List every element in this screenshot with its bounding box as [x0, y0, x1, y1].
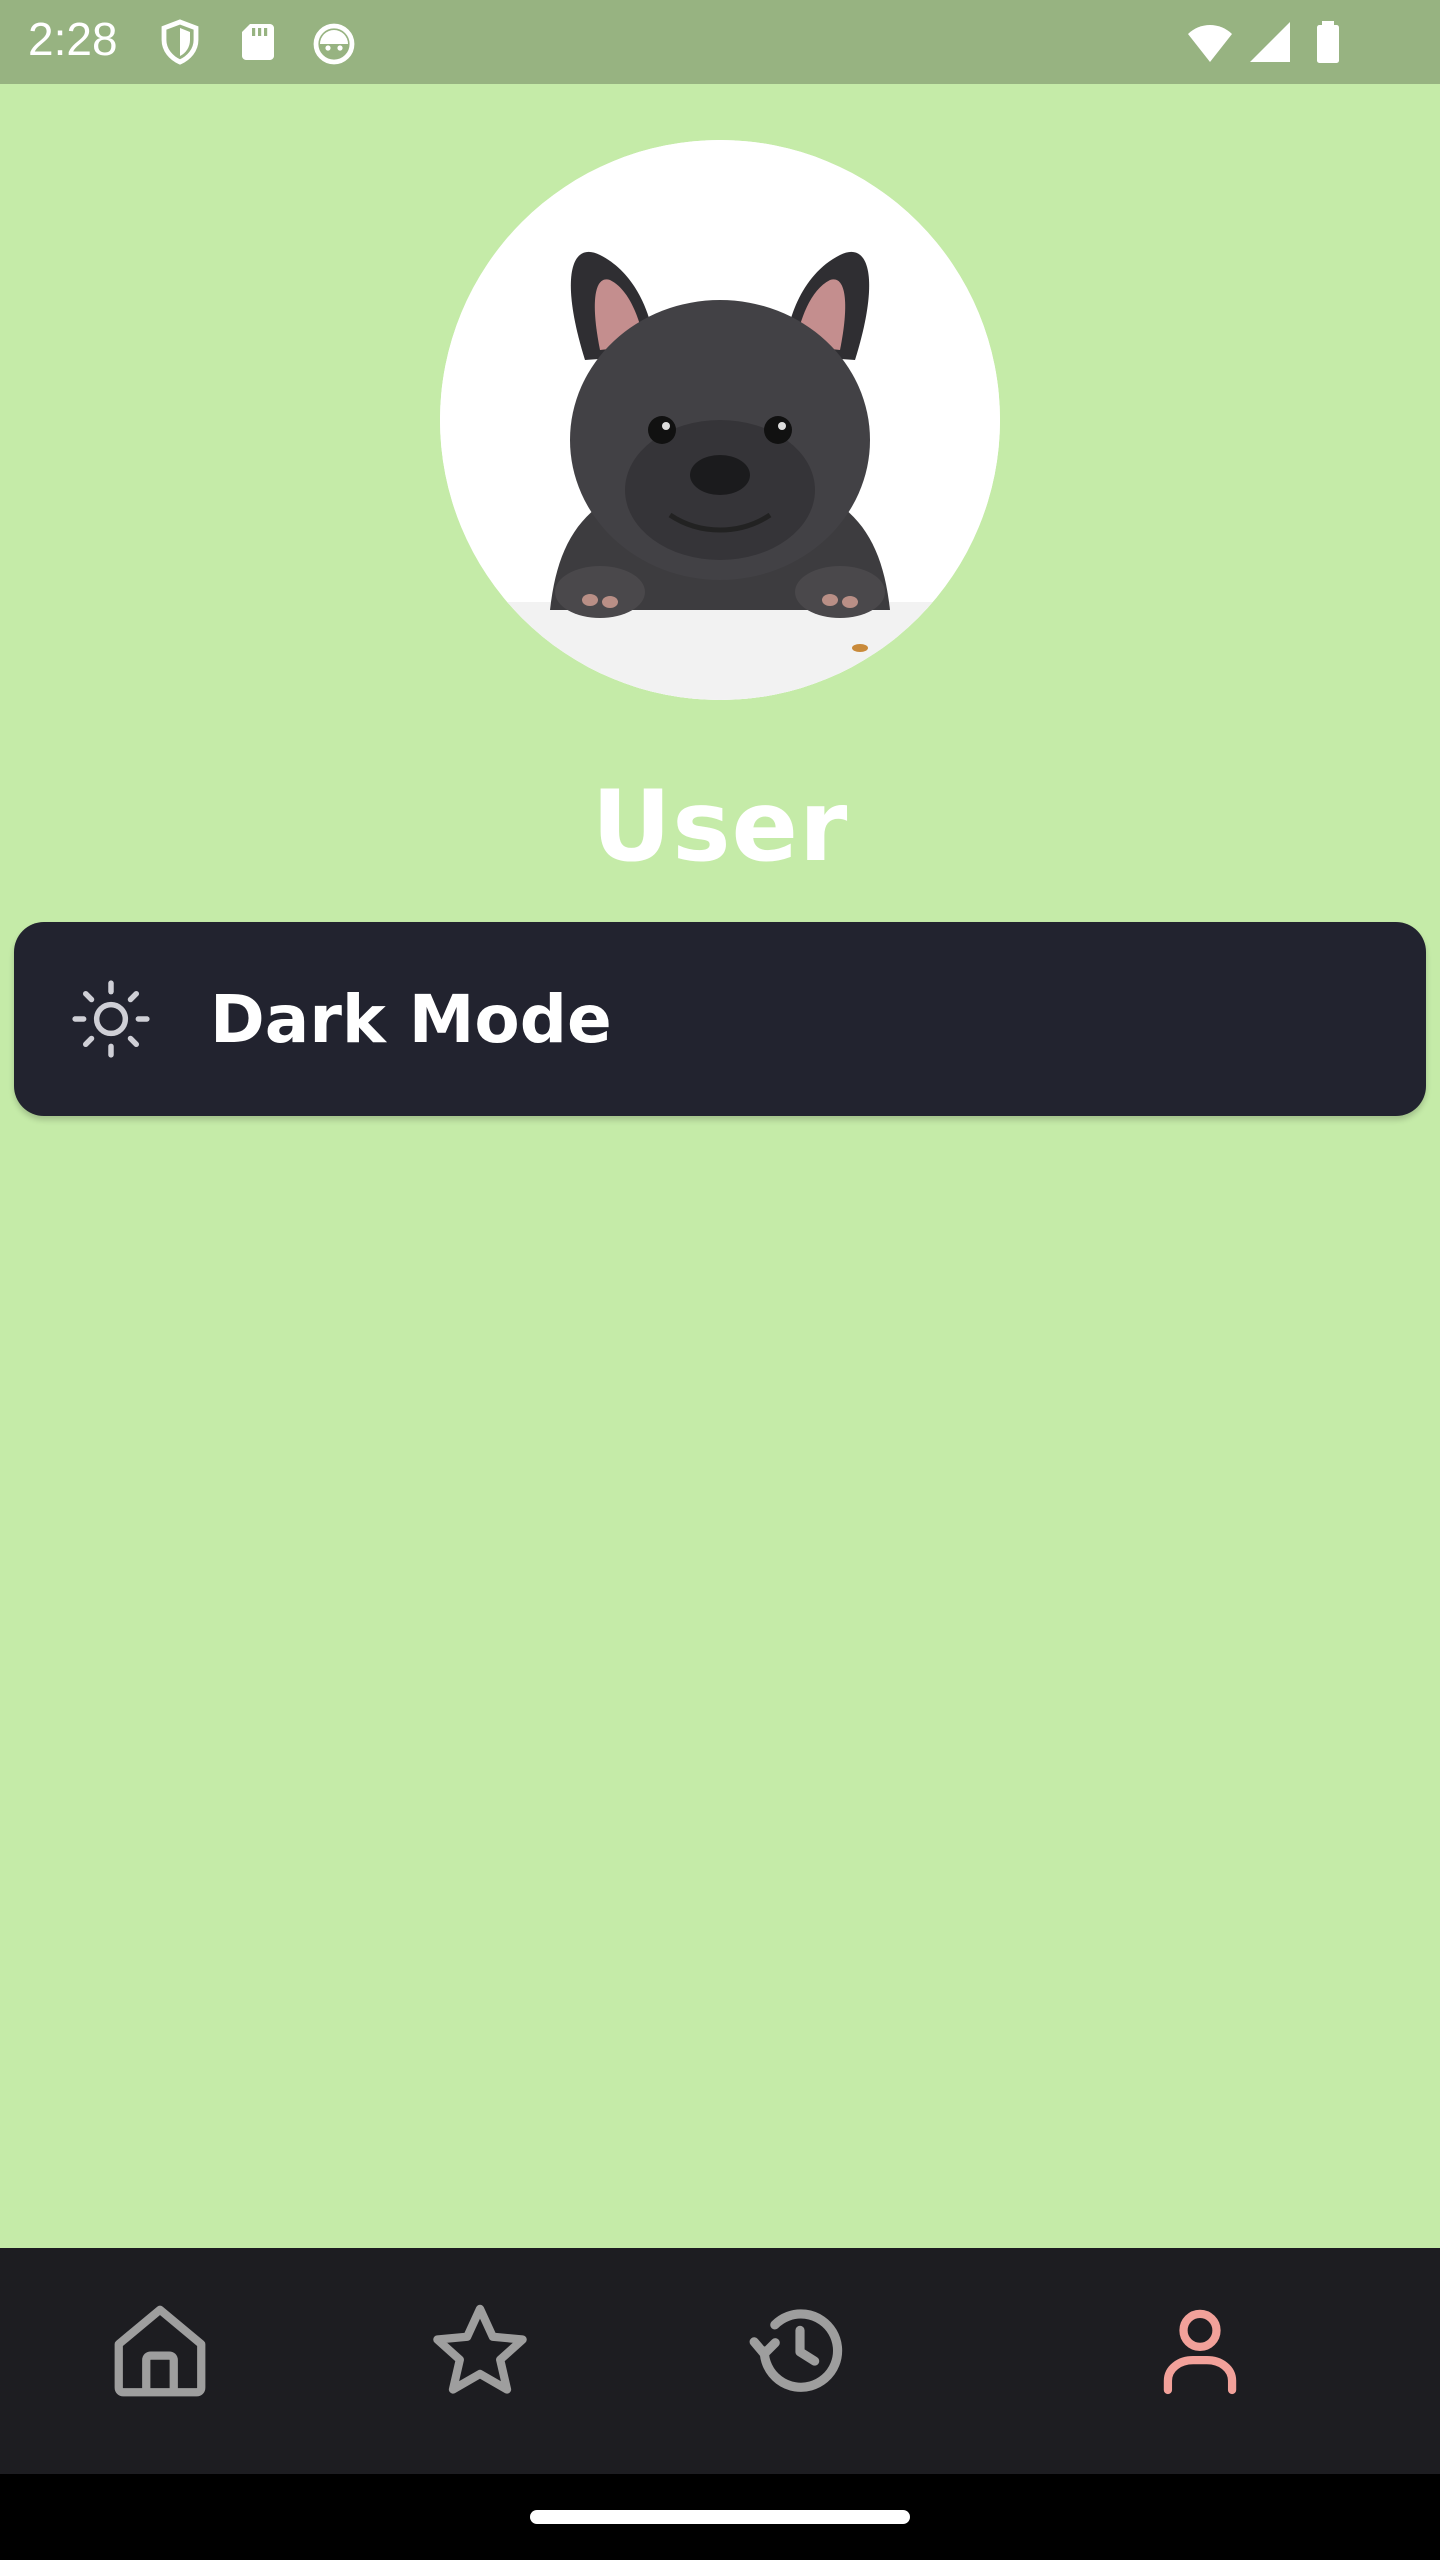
star-icon — [433, 2304, 527, 2394]
battery-icon — [1304, 18, 1352, 66]
sd-card-icon — [234, 18, 282, 66]
nav-history-button[interactable] — [745, 2296, 855, 2406]
history-icon — [749, 2309, 843, 2392]
status-bar: 2:28 — [0, 0, 1440, 84]
wifi-icon — [1186, 18, 1234, 66]
nav-favorites-button[interactable] — [425, 2296, 535, 2406]
status-time: 2:28 — [28, 13, 118, 65]
french-bulldog-photo — [440, 140, 1000, 700]
home-icon — [114, 2305, 206, 2397]
profile-username: User — [591, 770, 849, 884]
person-icon — [1163, 2309, 1237, 2395]
shield-icon — [156, 18, 204, 66]
nav-profile-button[interactable] — [1145, 2296, 1255, 2406]
home-gesture-handle[interactable] — [530, 2510, 910, 2524]
sun-icon — [70, 978, 152, 1060]
profile-screen: 2:28 User Dark Mode — [0, 0, 1440, 2560]
dark-mode-label: Dark Mode — [210, 981, 612, 1058]
profile-avatar[interactable] — [440, 140, 1000, 700]
cell-signal-icon — [1246, 18, 1294, 66]
android-face-icon — [310, 18, 358, 66]
nav-home-button[interactable] — [105, 2296, 215, 2406]
